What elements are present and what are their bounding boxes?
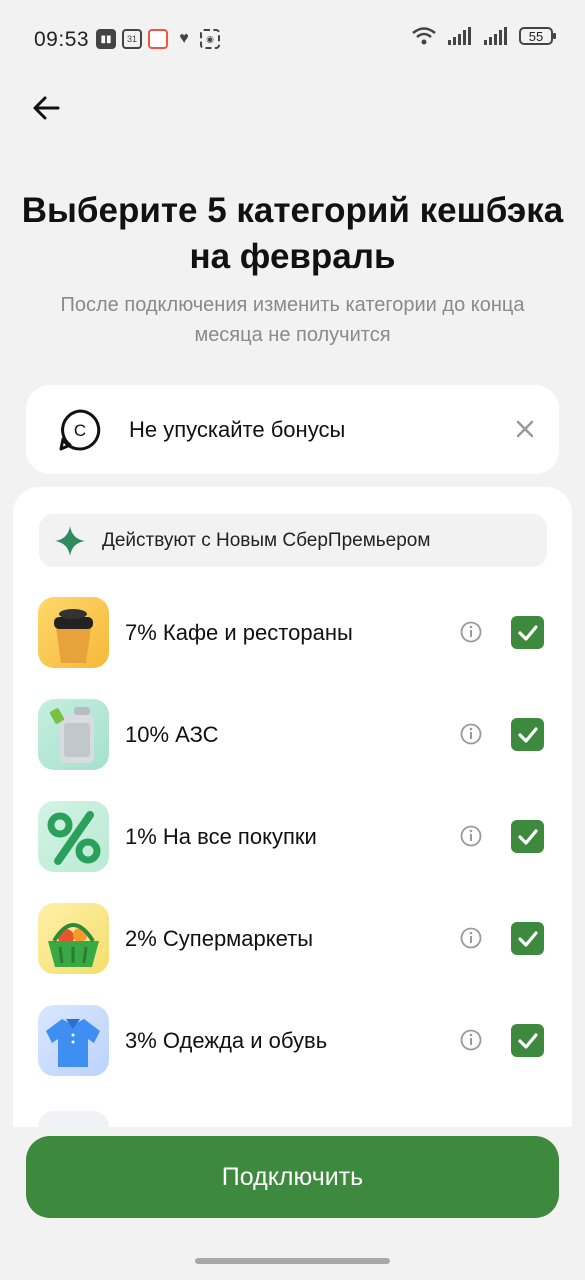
category-list-card: Действуют с Новым СберПремьером 7% Кафе … [13, 487, 572, 1127]
back-button[interactable] [28, 90, 64, 126]
checkmark-icon [517, 726, 538, 743]
shirt-icon [38, 1005, 109, 1076]
category-checkbox[interactable] [511, 616, 544, 649]
fuel-canister-icon [38, 699, 109, 770]
svg-text:C: C [74, 421, 86, 440]
info-icon[interactable] [460, 1029, 482, 1051]
category-label: 2% Супермаркеты [125, 926, 314, 951]
info-icon[interactable] [460, 927, 482, 949]
checkmark-icon [517, 1032, 538, 1049]
page-title: Выберите 5 категорий кешбэка на февраль [21, 191, 564, 276]
app-notification-icon: ▮▮ [96, 29, 116, 49]
calendar-icon [148, 29, 168, 49]
info-icon[interactable] [460, 825, 482, 847]
scanner-icon: ◉ [200, 29, 220, 49]
percent-icon [38, 801, 109, 872]
category-row-cafe[interactable]: 7% Кафе и рестораны [13, 587, 572, 677]
category-checkbox[interactable] [511, 820, 544, 853]
system-status: 55 [411, 26, 556, 46]
category-row-all-purchases[interactable]: 1% На все покупки [13, 791, 572, 881]
premier-badge: Действуют с Новым СберПремьером [39, 514, 547, 567]
premier-text: Действуют с Новым СберПремьером [102, 530, 431, 551]
category-label: 1% На все покупки [125, 824, 317, 849]
category-checkbox[interactable] [511, 922, 544, 955]
page-subtitle: После подключения изменить категории до … [60, 294, 525, 346]
sparkle-icon [55, 526, 85, 556]
category-label: 7% Кафе и рестораны [125, 620, 353, 645]
checkmark-icon [517, 624, 538, 641]
info-icon[interactable] [460, 723, 482, 745]
wifi-icon [412, 27, 436, 45]
next-category-thumb [38, 1111, 109, 1127]
sber-spasibo-icon: C [59, 409, 101, 451]
coffee-cup-icon [38, 597, 109, 668]
bonus-banner-text: Не упускайте бонусы [129, 417, 346, 442]
grocery-basket-icon [38, 903, 109, 974]
category-label: 3% Одежда и обувь [125, 1028, 328, 1053]
category-label: 10% АЗС [125, 722, 219, 747]
bonus-banner[interactable]: C Не упускайте бонусы [26, 385, 559, 474]
health-app-icon: ♥ [179, 30, 189, 47]
signal-icon [448, 27, 471, 45]
category-checkbox[interactable] [511, 1024, 544, 1057]
category-checkbox[interactable] [511, 718, 544, 751]
notification-icons: ▮▮ 31 ♥ ◉ [96, 29, 220, 49]
bonus-close-button[interactable] [511, 415, 539, 443]
arrow-left-icon [33, 96, 60, 120]
category-row-clothing[interactable]: 3% Одежда и обувь [13, 995, 572, 1085]
status-bar: 09:53 ▮▮ 31 ♥ ◉ 55 [0, 0, 585, 80]
checkmark-icon [517, 828, 538, 845]
connect-button[interactable]: Подключить [26, 1136, 559, 1218]
battery-icon: 55 [519, 27, 556, 45]
signal-icon-2 [484, 27, 507, 45]
calendar-date-icon: 31 [122, 29, 142, 49]
status-time: 09:53 [34, 28, 90, 51]
home-indicator[interactable] [195, 1258, 390, 1264]
close-icon [516, 420, 534, 438]
category-row-supermarkets[interactable]: 2% Супермаркеты [13, 893, 572, 983]
category-row-gas[interactable]: 10% АЗС [13, 689, 572, 779]
info-icon[interactable] [460, 621, 482, 643]
checkmark-icon [517, 930, 538, 947]
